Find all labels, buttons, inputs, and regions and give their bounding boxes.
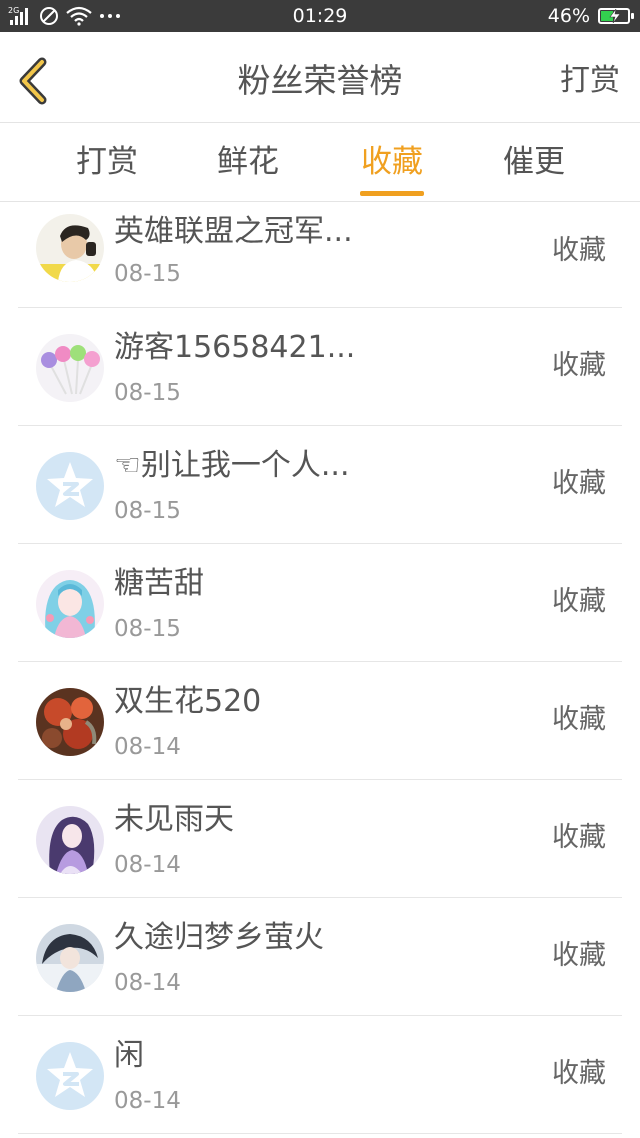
battery-percent: 46% <box>547 5 590 27</box>
clock: 01:29 <box>292 5 348 27</box>
anime-dark-avatar <box>36 924 104 992</box>
action-label: 收藏 <box>552 822 606 853</box>
action-label: 收藏 <box>552 1058 606 1089</box>
fan-date: 08-14 <box>114 970 181 996</box>
fan-date: 08-15 <box>114 616 181 642</box>
fan-name: 英雄联盟之冠军... <box>114 214 353 249</box>
fan-date: 08-15 <box>114 380 181 406</box>
action-label: 收藏 <box>552 586 606 617</box>
fan-date: 08-14 <box>114 734 181 760</box>
fan-name: 久途归梦乡萤火 <box>114 920 324 955</box>
tab-reward[interactable]: 打赏 <box>67 141 147 183</box>
action-label: 收藏 <box>552 235 606 266</box>
battery-icon <box>598 8 634 24</box>
tab-bar: 打赏 鲜花 收藏 催更 <box>0 123 640 202</box>
list-item[interactable]: 游客15658421... 08-15 收藏 <box>18 308 622 426</box>
fan-date: 08-14 <box>114 852 181 878</box>
fan-name: 糖苦甜 <box>114 566 204 601</box>
status-bar: 2G 01:29 46% <box>0 0 640 32</box>
status-right: 46% <box>547 5 634 27</box>
fan-name: 闲 <box>114 1038 144 1073</box>
charging-icon <box>609 9 621 23</box>
tab-favorites[interactable]: 收藏 <box>352 141 432 183</box>
fan-name: ☜别让我一个人... <box>114 448 350 483</box>
page-title: 粉丝荣誉榜 <box>237 61 403 100</box>
red-flower-avatar <box>36 688 104 756</box>
anime-girl-avatar <box>36 570 104 638</box>
list-item[interactable]: 闲 08-14 收藏 <box>18 1016 622 1134</box>
lollipop-avatar <box>36 334 104 402</box>
anime-violet-avatar <box>36 806 104 874</box>
fan-list: 英雄联盟之冠军... 08-15 收藏 游客15658421... 08-15 … <box>0 202 640 1134</box>
action-label: 收藏 <box>552 704 606 735</box>
list-item[interactable]: ☜别让我一个人... 08-15 收藏 <box>18 426 622 544</box>
list-item[interactable]: 双生花520 08-14 收藏 <box>18 662 622 780</box>
default-star-avatar <box>36 1042 104 1110</box>
fan-date: 08-15 <box>114 498 181 524</box>
action-label: 收藏 <box>552 350 606 381</box>
boy-photo-avatar <box>36 214 104 282</box>
tab-flowers[interactable]: 鲜花 <box>208 141 288 183</box>
fan-name: 游客15658421... <box>114 330 356 365</box>
active-tab-indicator <box>360 191 424 196</box>
list-item[interactable]: 英雄联盟之冠军... 08-15 收藏 <box>18 202 622 308</box>
nav-bar: 粉丝荣誉榜 打赏 <box>0 32 640 123</box>
action-label: 收藏 <box>552 940 606 971</box>
action-label: 收藏 <box>552 468 606 499</box>
fan-name: 未见雨天 <box>114 802 234 837</box>
fan-name: 双生花520 <box>114 684 262 719</box>
default-star-avatar <box>36 452 104 520</box>
list-item[interactable]: 糖苦甜 08-15 收藏 <box>18 544 622 662</box>
fan-date: 08-15 <box>114 261 181 287</box>
list-item[interactable]: 未见雨天 08-14 收藏 <box>18 780 622 898</box>
list-item[interactable]: 久途归梦乡萤火 08-14 收藏 <box>18 898 622 1016</box>
reward-button[interactable]: 打赏 <box>560 56 620 106</box>
tab-urge-update[interactable]: 催更 <box>494 141 574 183</box>
fan-date: 08-14 <box>114 1088 181 1114</box>
